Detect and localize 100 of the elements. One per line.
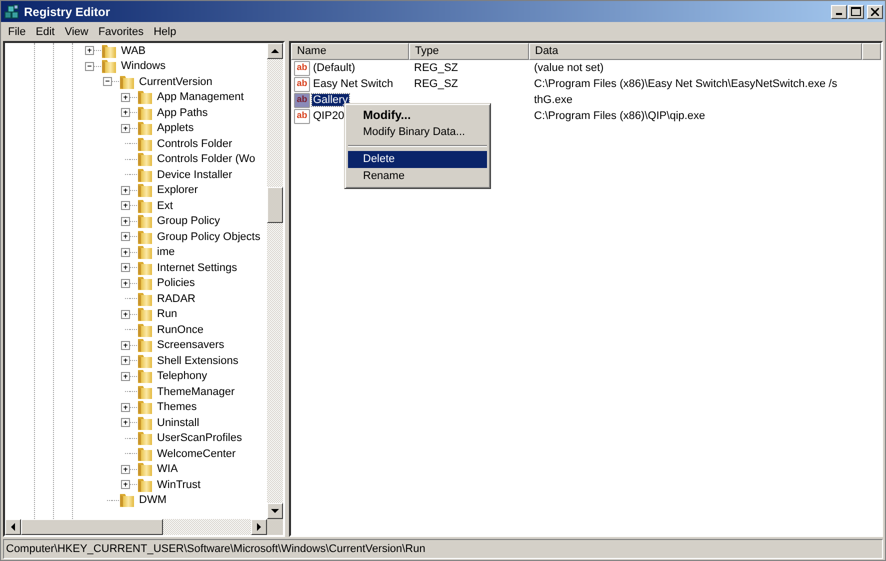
tree-item[interactable]: CurrentVersion: [138, 76, 214, 88]
window-title: Registry Editor: [24, 4, 112, 18]
expand-icon[interactable]: [121, 124, 130, 133]
tree-item[interactable]: Device Installer: [156, 168, 234, 181]
expand-icon[interactable]: [121, 418, 130, 428]
expand-icon[interactable]: [121, 201, 130, 210]
expand-icon[interactable]: [121, 480, 130, 490]
expand-icon[interactable]: [121, 356, 130, 366]
tree-item[interactable]: Shell Extensions: [156, 354, 240, 367]
folder-icon: [137, 337, 153, 354]
string-value-icon: ab: [294, 76, 310, 92]
tree-item[interactable]: Group Policy: [156, 215, 221, 228]
tree-item[interactable]: RunOnce: [156, 324, 204, 336]
folder-icon: [137, 290, 153, 307]
collapse-icon[interactable]: [103, 77, 112, 86]
menu-item[interactable]: File: [3, 26, 31, 38]
tree-item[interactable]: DWM: [138, 494, 168, 506]
tree-item[interactable]: WelcomeCenter: [156, 448, 237, 460]
tree-item[interactable]: UserScanProfiles: [156, 432, 243, 444]
value-name[interactable]: (Default): [312, 62, 356, 74]
minimize-button[interactable]: [831, 4, 847, 18]
tree-item[interactable]: Explorer: [156, 184, 199, 196]
folder-icon: [137, 476, 153, 493]
tree-item[interactable]: WAB: [120, 44, 147, 57]
tree-item[interactable]: Internet Settings: [156, 262, 238, 274]
tree-item[interactable]: Ext: [156, 200, 174, 212]
context-menu-item[interactable]: Modify Binary Data...: [348, 124, 487, 141]
column-header[interactable]: Data: [529, 43, 862, 60]
expand-icon[interactable]: [121, 216, 130, 226]
expand-icon[interactable]: [121, 263, 130, 272]
maximize-icon: [851, 7, 861, 16]
expand-icon[interactable]: [121, 402, 130, 412]
expand-icon[interactable]: [85, 46, 94, 56]
value-data: thG.exe: [534, 94, 573, 106]
folder-icon: [137, 244, 153, 260]
tree-item[interactable]: Applets: [156, 122, 195, 134]
value-data: C:\Program Files (x86)\QIP\qip.exe: [534, 110, 706, 122]
tree-item[interactable]: WinTrust: [156, 478, 202, 491]
expand-icon[interactable]: [121, 310, 130, 319]
tree-item[interactable]: ThemeManager: [156, 386, 236, 398]
folder-icon: [137, 446, 153, 462]
tree-item[interactable]: WIA: [156, 463, 179, 476]
string-value-icon: ab: [294, 92, 310, 108]
tree-item[interactable]: Themes: [156, 401, 198, 414]
folder-icon: [119, 492, 135, 508]
tree-item[interactable]: Windows: [120, 60, 167, 72]
expand-icon[interactable]: [121, 248, 130, 257]
scrollbar-thumb[interactable]: [21, 519, 163, 535]
column-header[interactable]: Name: [291, 43, 409, 60]
folder-icon: [137, 213, 153, 230]
tree-item[interactable]: App Management: [156, 91, 245, 104]
expand-icon[interactable]: [121, 464, 130, 474]
scrollbar[interactable]: [267, 59, 283, 503]
folder-icon: [137, 384, 153, 400]
tree-item[interactable]: Group Policy Objects: [156, 230, 262, 243]
folder-icon: [137, 89, 153, 106]
tree-item[interactable]: ime: [156, 246, 176, 258]
tree-item[interactable]: App Paths: [156, 106, 209, 119]
folder-icon: [137, 182, 153, 198]
tree-item[interactable]: Run: [156, 308, 178, 320]
folder-icon: [137, 228, 153, 245]
expand-icon[interactable]: [121, 92, 130, 102]
tree-item[interactable]: Telephony: [156, 370, 208, 382]
menu-item[interactable]: Edit: [30, 26, 60, 38]
menu-item[interactable]: View: [60, 26, 94, 38]
folder-icon: [137, 136, 153, 152]
scroll-left-button[interactable]: [5, 519, 21, 535]
context-menu-item[interactable]: Delete: [348, 151, 487, 168]
tree-item[interactable]: Screensavers: [156, 339, 226, 352]
column-header[interactable]: Type: [409, 43, 529, 60]
tree-item[interactable]: Uninstall: [156, 416, 200, 429]
expand-icon[interactable]: [121, 232, 130, 242]
context-menu-item[interactable]: Modify...: [348, 107, 487, 124]
tree-item[interactable]: Controls Folder: [156, 138, 234, 150]
expand-icon[interactable]: [121, 372, 130, 381]
expand-icon[interactable]: [121, 108, 130, 118]
expand-icon[interactable]: [121, 278, 130, 288]
value-name[interactable]: Easy Net Switch: [312, 78, 394, 90]
value-name[interactable]: Gallery: [312, 94, 349, 106]
scrollbar-corner: [267, 519, 283, 535]
tree-item[interactable]: Policies: [156, 277, 196, 290]
scrollbar-thumb[interactable]: [267, 187, 283, 223]
scroll-up-button[interactable]: [267, 43, 283, 59]
menu-item[interactable]: Help: [148, 26, 182, 38]
context-menu-item[interactable]: Rename: [348, 168, 487, 185]
folder-icon: [137, 166, 153, 183]
maximize-button[interactable]: [848, 4, 864, 18]
scroll-right-button[interactable]: [251, 519, 267, 535]
expand-icon[interactable]: [121, 186, 130, 195]
expand-icon[interactable]: [121, 340, 130, 350]
scrollbar[interactable]: [21, 519, 251, 535]
folder-icon: [137, 322, 153, 338]
close-button[interactable]: [867, 4, 883, 18]
menu-item[interactable]: Favorites: [93, 26, 149, 38]
scroll-down-button[interactable]: [267, 503, 283, 519]
tree-item[interactable]: Controls Folder (Wo: [156, 153, 256, 166]
value-name[interactable]: QIP20: [312, 110, 346, 122]
folder-icon: [137, 461, 153, 478]
collapse-icon[interactable]: [85, 62, 94, 71]
tree-item[interactable]: RADAR: [156, 292, 197, 305]
